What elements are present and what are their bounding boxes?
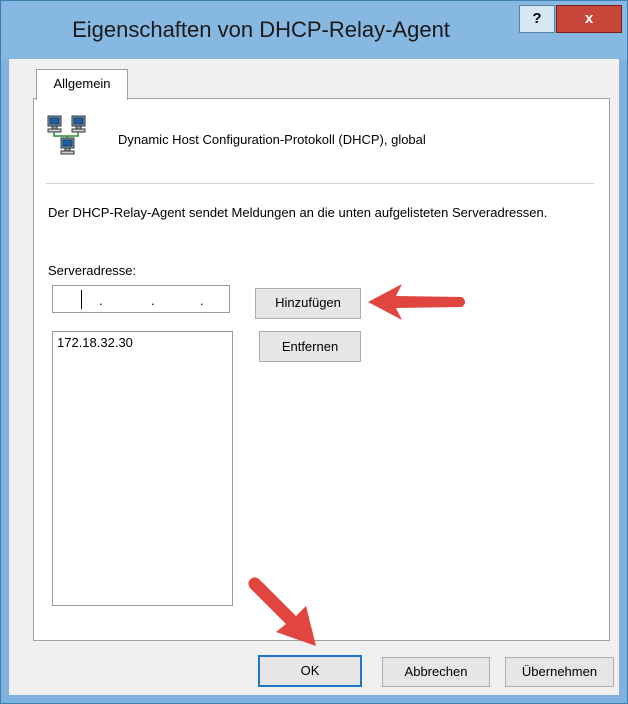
list-item[interactable]: 172.18.32.30 bbox=[53, 332, 232, 350]
apply-button[interactable]: Übernehmen bbox=[505, 657, 614, 687]
red-pointer-arrow-icon bbox=[368, 284, 465, 320]
red-pointer-arrow-icon bbox=[248, 577, 316, 646]
help-button[interactable]: ? bbox=[519, 5, 555, 33]
close-button[interactable]: x bbox=[556, 5, 622, 33]
ok-button[interactable]: OK bbox=[258, 655, 362, 687]
dhcp-global-label: Dynamic Host Configuration-Protokoll (DH… bbox=[118, 132, 426, 147]
add-button[interactable]: Hinzufügen bbox=[255, 288, 361, 319]
network-computers-icon bbox=[47, 115, 86, 155]
text-caret bbox=[81, 290, 82, 309]
title-bar[interactable]: Eigenschaften von DHCP-Relay-Agent ? x bbox=[1, 1, 627, 59]
separator-line bbox=[46, 183, 594, 184]
ip-dot-separator: . bbox=[200, 293, 204, 308]
server-address-label: Serveradresse: bbox=[48, 263, 137, 278]
description-text: Der DHCP-Relay-Agent sendet Meldungen an… bbox=[48, 205, 548, 220]
window-title: Eigenschaften von DHCP-Relay-Agent bbox=[72, 17, 450, 42]
ip-dot-separator: . bbox=[99, 293, 103, 308]
tab-allgemein[interactable]: Allgemein bbox=[36, 69, 128, 100]
remove-button[interactable]: Entfernen bbox=[259, 331, 361, 362]
ip-dot-separator: . bbox=[151, 293, 155, 308]
cancel-button[interactable]: Abbrechen bbox=[382, 657, 490, 687]
server-address-list[interactable]: 172.18.32.30 bbox=[52, 331, 233, 606]
server-ip-input[interactable]: . . . bbox=[52, 285, 230, 313]
